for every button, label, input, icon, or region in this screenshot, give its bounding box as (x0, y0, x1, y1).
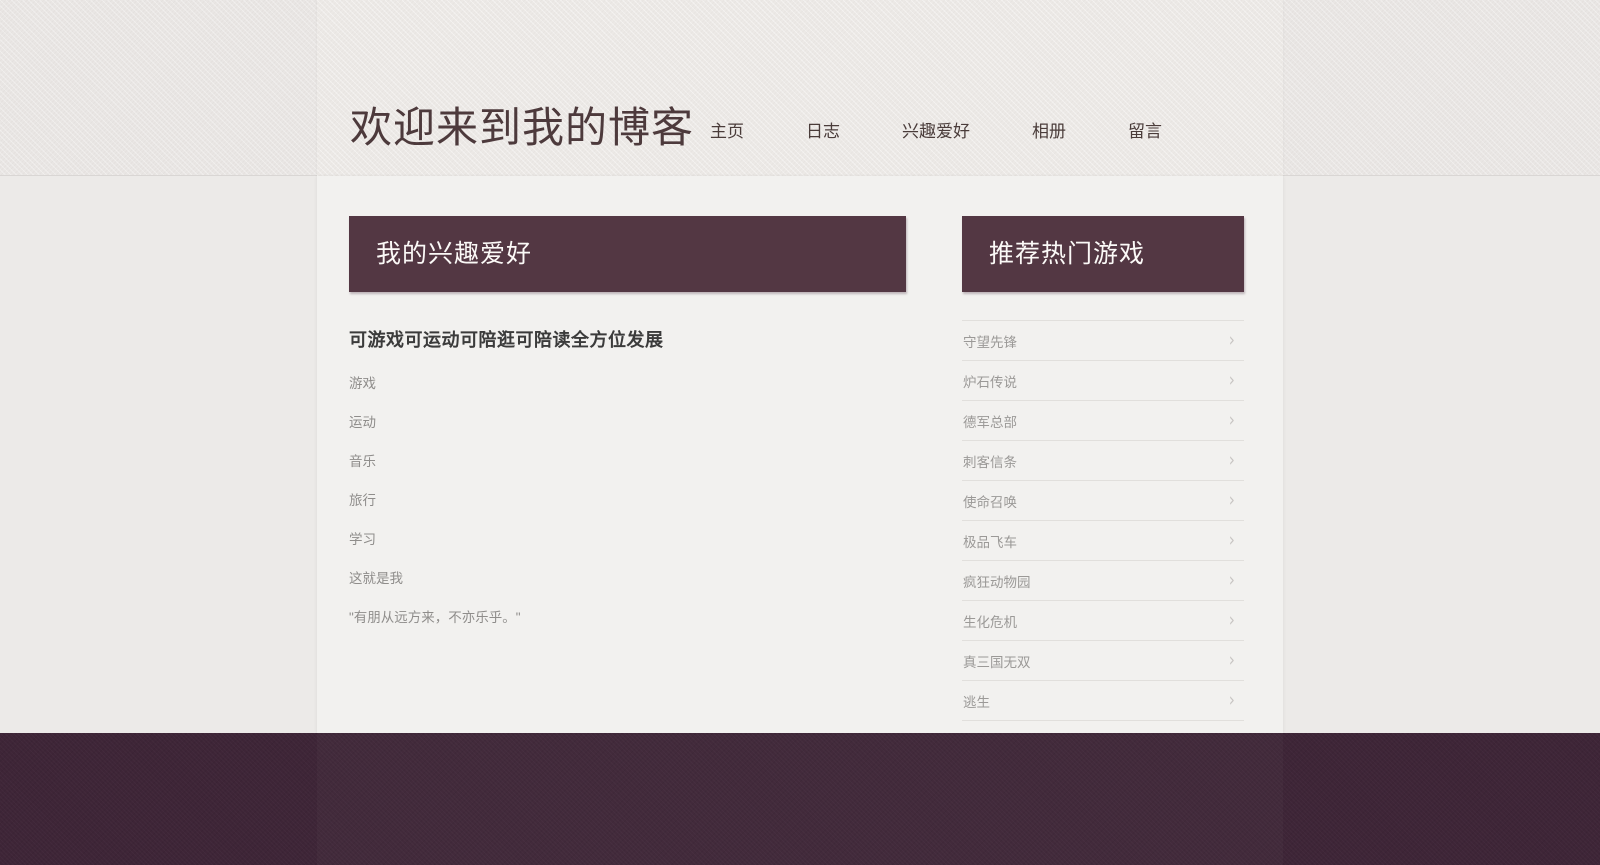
chevron-right-icon: › (1229, 371, 1235, 390)
nav-item-hobbies[interactable]: 兴趣爱好 (902, 117, 970, 142)
game-name: 生化危机 (963, 611, 1017, 631)
list-item: 学习 (349, 533, 906, 546)
content-band: 我的兴趣爱好 可游戏可运动可陪逛可陪读全方位发展 游戏 运动 音乐 旅行 学习 … (0, 176, 1600, 733)
chevron-right-icon: › (1229, 331, 1235, 350)
game-list-item[interactable]: 刺客信条 › (962, 441, 1244, 481)
game-name: 使命召唤 (963, 491, 1017, 511)
site-header: 欢迎来到我的博客 主页 日志 兴趣爱好 相册 留言 (0, 0, 1600, 176)
game-list-item[interactable]: 生化危机 › (962, 601, 1244, 641)
main-nav: 主页 日志 兴趣爱好 相册 留言 (710, 117, 1162, 142)
nav-item-message[interactable]: 留言 (1128, 117, 1162, 142)
game-list-item[interactable]: 逃生 › (962, 681, 1244, 721)
hobbies-section: 我的兴趣爱好 可游戏可运动可陪逛可陪读全方位发展 游戏 运动 音乐 旅行 学习 … (349, 216, 906, 650)
game-list-item[interactable]: 疯狂动物园 › (962, 561, 1244, 601)
games-panel-title: 推荐热门游戏 (989, 240, 1145, 268)
chevron-right-icon: › (1229, 651, 1235, 670)
game-list-item[interactable]: 炉石传说 › (962, 361, 1244, 401)
games-panel-header: 推荐热门游戏 (962, 216, 1244, 292)
game-list-item[interactable]: 极品飞车 › (962, 521, 1244, 561)
chevron-right-icon: › (1229, 491, 1235, 510)
quote-text: "有朋从远方来，不亦乐乎。" (349, 611, 906, 624)
chevron-right-icon: › (1229, 691, 1235, 710)
list-item: 运动 (349, 416, 906, 429)
game-list-item[interactable]: 守望先锋 › (962, 321, 1244, 361)
game-name: 德军总部 (963, 411, 1017, 431)
game-name: 炉石传说 (963, 371, 1017, 391)
chevron-right-icon: › (1229, 571, 1235, 590)
game-list: 守望先锋 › 炉石传说 › 德军总部 › 刺客信条 › (962, 320, 1244, 721)
footer-container (317, 733, 1283, 865)
content-container: 我的兴趣爱好 可游戏可运动可陪逛可陪读全方位发展 游戏 运动 音乐 旅行 学习 … (317, 176, 1283, 733)
list-item: 游戏 (349, 377, 906, 390)
game-name: 疯狂动物园 (963, 571, 1031, 591)
chevron-right-icon: › (1229, 611, 1235, 630)
nav-item-home[interactable]: 主页 (710, 117, 744, 142)
chevron-right-icon: › (1229, 531, 1235, 550)
game-name: 真三国无双 (963, 651, 1031, 671)
game-name: 极品飞车 (963, 531, 1017, 551)
site-footer (0, 733, 1600, 865)
site-title: 欢迎来到我的博客 (350, 94, 694, 155)
game-name: 刺客信条 (963, 451, 1017, 471)
hobbies-panel-header: 我的兴趣爱好 (349, 216, 906, 292)
nav-item-album[interactable]: 相册 (1032, 117, 1066, 142)
blog-page: 欢迎来到我的博客 主页 日志 兴趣爱好 相册 留言 我的兴趣爱好 可游戏可运动可… (0, 0, 1600, 865)
game-list-item[interactable]: 真三国无双 › (962, 641, 1244, 681)
game-name: 逃生 (963, 691, 990, 711)
hobbies-panel-title: 我的兴趣爱好 (376, 240, 532, 268)
list-item: 旅行 (349, 494, 906, 507)
chevron-right-icon: › (1229, 451, 1235, 470)
list-item: 这就是我 (349, 572, 906, 585)
games-sidebar: 推荐热门游戏 守望先锋 › 炉石传说 › 德军总部 › (962, 216, 1244, 721)
nav-item-blog[interactable]: 日志 (806, 117, 840, 142)
hobby-list: 游戏 运动 音乐 旅行 学习 这就是我 "有朋从远方来，不亦乐乎。" (349, 377, 906, 624)
hobbies-heading: 可游戏可运动可陪逛可陪读全方位发展 (349, 326, 906, 352)
header-container: 欢迎来到我的博客 主页 日志 兴趣爱好 相册 留言 (317, 0, 1283, 176)
game-name: 守望先锋 (963, 331, 1017, 351)
chevron-right-icon: › (1229, 411, 1235, 430)
list-item: 音乐 (349, 455, 906, 468)
game-list-item[interactable]: 使命召唤 › (962, 481, 1244, 521)
game-list-item[interactable]: 德军总部 › (962, 401, 1244, 441)
